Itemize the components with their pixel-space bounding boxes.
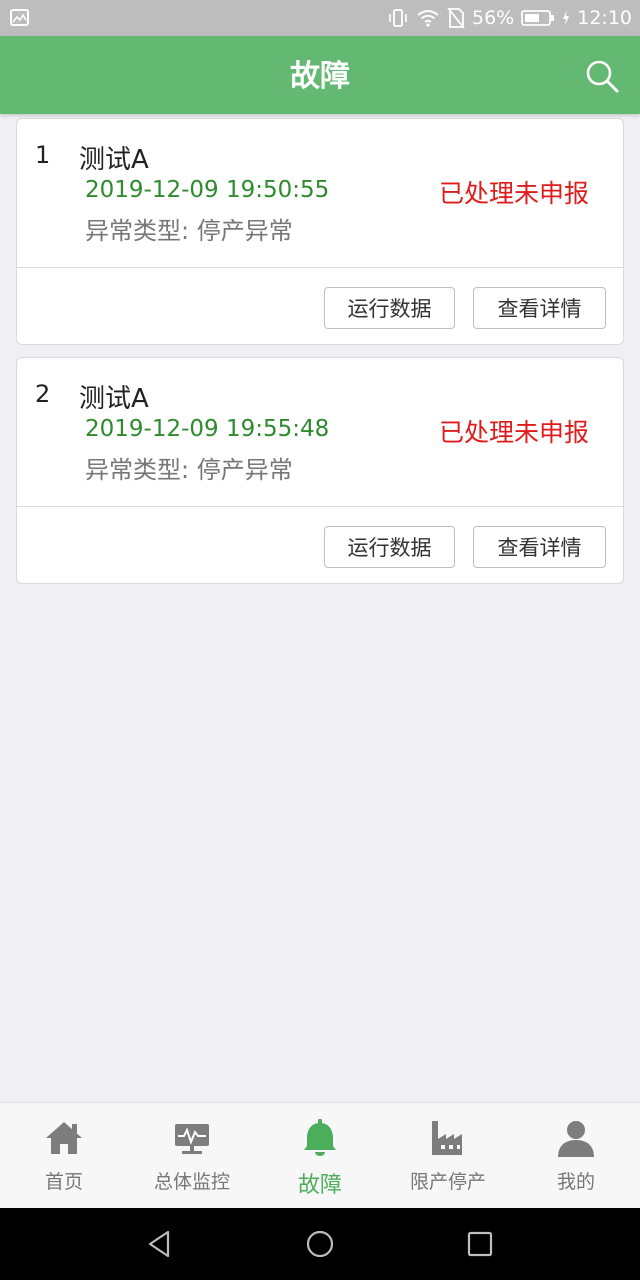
vibrate-icon [389,9,407,27]
tab-fault[interactable]: 故障 [256,1103,384,1209]
factory-icon [432,1121,462,1155]
status-bar: 56% 12:10 [0,0,640,36]
fault-index: 1 [35,141,51,169]
charging-icon [563,10,570,26]
monitor-icon [175,1124,209,1154]
back-icon[interactable] [144,1228,176,1260]
bottom-tab-bar: 首页 总体监控 故障 限产停产 我的 [0,1102,640,1208]
recents-icon[interactable] [464,1228,496,1260]
view-details-button[interactable]: 查看详情 [473,287,606,329]
card-divider [17,267,623,268]
image-notification-icon [10,9,29,26]
fault-card: 1 测试A 2019-12-09 19:50:55 已处理未申报 异常类型: 停… [16,118,624,345]
fault-status: 已处理未申报 [438,418,589,447]
battery-icon [521,10,555,26]
search-icon[interactable] [584,58,620,94]
no-sim-icon [447,7,465,29]
tab-mine[interactable]: 我的 [512,1103,640,1209]
run-data-button[interactable]: 运行数据 [324,526,455,568]
clock: 12:10 [577,7,632,29]
run-data-button[interactable]: 运行数据 [324,287,455,329]
tab-label: 总体监控 [153,1171,230,1193]
status-bar-right: 56% 12:10 [387,0,632,36]
user-icon [558,1121,594,1157]
system-nav-bar [0,1208,640,1280]
wifi-icon [417,10,439,27]
fault-time: 2019-12-09 19:50:55 [85,177,330,203]
fault-device-name: 测试A [79,145,149,175]
fault-device-name: 测试A [79,384,149,414]
tab-overall-monitoring[interactable]: 总体监控 [128,1103,256,1209]
tab-label: 我的 [556,1171,595,1193]
tab-limit-stop-production[interactable]: 限产停产 [384,1103,512,1209]
card-divider [17,506,623,507]
page-title: 故障 [290,59,350,94]
view-details-button[interactable]: 查看详情 [473,526,606,568]
fault-time: 2019-12-09 19:55:48 [85,416,330,442]
home-icon [46,1122,82,1154]
tab-label: 首页 [44,1171,83,1193]
fault-card: 2 测试A 2019-12-09 19:55:48 已处理未申报 异常类型: 停… [16,357,624,584]
app-bar: 故障 [0,36,640,114]
fault-index: 2 [35,380,51,408]
battery-percent: 56% [472,7,515,29]
bell-icon [304,1119,336,1156]
fault-list: 1 测试A 2019-12-09 19:50:55 已处理未申报 异常类型: 停… [16,118,624,596]
tab-label: 故障 [297,1173,342,1198]
fault-status: 已处理未申报 [438,179,589,208]
fault-type: 异常类型: 停产异常 [85,456,293,484]
fault-type: 异常类型: 停产异常 [85,217,293,245]
tab-home[interactable]: 首页 [0,1103,128,1209]
tab-label: 限产停产 [409,1171,486,1193]
home-nav-icon[interactable] [304,1228,336,1260]
